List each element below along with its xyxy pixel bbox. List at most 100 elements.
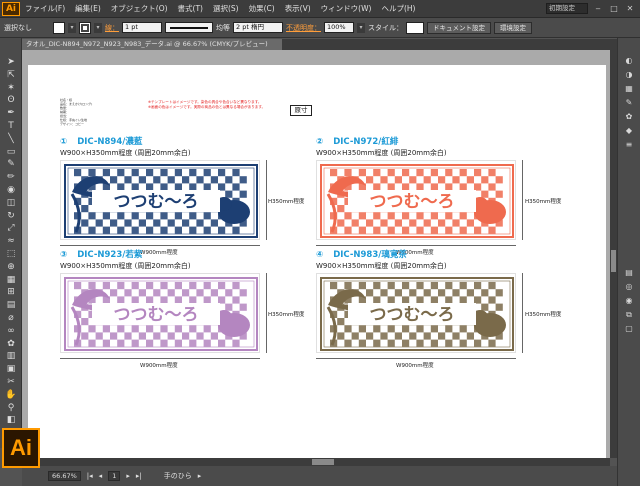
line-tool-icon[interactable]: ╲	[4, 133, 18, 145]
page-nav-last-icon[interactable]: ▸|	[136, 472, 142, 480]
slice-tool-icon[interactable]: ✂	[4, 376, 18, 388]
menu-help[interactable]: ヘルプ(H)	[376, 3, 420, 14]
lasso-tool-icon[interactable]: ʘ	[4, 94, 18, 106]
stroke-label[interactable]: 線：	[105, 23, 119, 33]
menu-edit[interactable]: 編集(E)	[70, 3, 106, 14]
status-menu-icon[interactable]: ▸	[198, 472, 202, 480]
stroke-dropdown-icon[interactable]: ▾	[94, 22, 102, 33]
brushes-panel-icon[interactable]: ✎	[623, 98, 635, 108]
shape-builder-tool-icon[interactable]: ⊕	[4, 261, 18, 273]
page-nav-first-icon[interactable]: |◂	[87, 472, 93, 480]
scroll-thumb[interactable]	[312, 459, 334, 465]
opacity-label[interactable]: 不透明度：	[286, 23, 321, 33]
selection-status: 選択なし	[4, 23, 32, 32]
document-tab[interactable]: タオル_DIC-N894_N972_N923_N983_データ.ai @ 66.…	[22, 39, 282, 50]
stroke-style-label: 均等	[216, 23, 230, 32]
document-setup-button[interactable]: ドキュメント設定	[427, 21, 491, 34]
towel-design-4[interactable]: つつむ〜ろ	[316, 273, 516, 353]
eyedropper-tool-icon[interactable]: ⌀	[4, 312, 18, 324]
perspective-tool-icon[interactable]: ▦	[4, 274, 18, 286]
pencil-tool-icon[interactable]: ✏	[4, 171, 18, 183]
free-transform-tool-icon[interactable]: ⬚	[4, 248, 18, 260]
fill-swatch[interactable]	[53, 21, 65, 34]
menu-object[interactable]: オブジェクト(O)	[106, 3, 173, 14]
maximize-icon[interactable]: □	[608, 4, 620, 14]
gradient-panel-icon[interactable]: ▤	[623, 268, 635, 278]
selection-tool-icon[interactable]: ➤	[4, 56, 18, 68]
rotate-tool-icon[interactable]: ↻	[4, 210, 18, 222]
graphic-styles-panel-icon[interactable]: ◆	[623, 126, 635, 136]
fill-dropdown-icon[interactable]: ▾	[68, 22, 76, 33]
pen-tool-icon[interactable]: ✒	[4, 107, 18, 119]
color-panel-icon[interactable]: ◐	[623, 56, 635, 66]
opacity-field[interactable]: 100%	[324, 22, 354, 33]
symbol-sprayer-tool-icon[interactable]: ✿	[4, 338, 18, 350]
direct-selection-tool-icon[interactable]: ⇱	[4, 69, 18, 81]
zoom-tool-icon[interactable]: ⚲	[4, 402, 18, 414]
stroke-swatch[interactable]	[79, 21, 91, 34]
canvas[interactable]: 社名・様 品名：まえかけ(ロング) 数量： 納期： 担当： 仕様：手ぬぐい生地 …	[22, 50, 610, 458]
mesh-tool-icon[interactable]: ⊞	[4, 286, 18, 298]
item-code: DIC-N972/紅緋	[333, 137, 399, 147]
artboard-tool-icon[interactable]: ▣	[4, 363, 18, 375]
control-bar: 選択なし ▾ ▾ 線： 1 pt 均等 2 pt 楕円 不透明度： 100% ▾…	[0, 18, 640, 38]
rectangle-tool-icon[interactable]: ▭	[4, 146, 18, 158]
vertical-scrollbar[interactable]	[610, 50, 617, 458]
towel-artwork: つつむ〜ろ	[64, 277, 258, 351]
layers-panel-icon[interactable]: ⧉	[623, 310, 635, 320]
gradient-tool-icon[interactable]: ▤	[4, 299, 18, 311]
menu-window[interactable]: ウィンドウ(W)	[316, 3, 377, 14]
eraser-tool-icon[interactable]: ◫	[4, 197, 18, 209]
menu-select[interactable]: 選択(S)	[208, 3, 244, 14]
type-tool-icon[interactable]: T	[4, 120, 18, 132]
paintbrush-tool-icon[interactable]: ✎	[4, 158, 18, 170]
current-tool-label: 手のひら	[163, 472, 192, 480]
artboards-panel-icon[interactable]: ▢	[623, 324, 635, 334]
close-icon[interactable]: ✕	[624, 4, 636, 14]
height-dimension-line	[522, 160, 523, 240]
graph-tool-icon[interactable]: ▥	[4, 350, 18, 362]
item-size: W900×H350mm程度 (周囲20mm余白)	[60, 262, 191, 270]
menu-view[interactable]: 表示(V)	[280, 3, 316, 14]
horizontal-scrollbar[interactable]	[22, 458, 610, 466]
workspace-select[interactable]: 初期設定	[546, 3, 588, 14]
scale-tool-icon[interactable]: ⤢	[4, 222, 18, 234]
stroke-panel-icon[interactable]: ≡	[623, 140, 635, 150]
brush-definition-field[interactable]: 2 pt 楕円	[233, 22, 283, 33]
preferences-button[interactable]: 環境設定	[494, 21, 532, 34]
towel-design-2[interactable]: つつむ〜ろ	[316, 160, 516, 240]
item-number: ④	[316, 250, 324, 260]
width-label: W900mm程度	[140, 363, 178, 369]
hand-tool-icon[interactable]: ✋	[4, 389, 18, 401]
opacity-dropdown-icon[interactable]: ▾	[357, 22, 365, 33]
height-label: H350mm程度	[525, 312, 562, 318]
graphic-style-swatch[interactable]	[406, 21, 424, 34]
towel-design-3[interactable]: つつむ〜ろ	[60, 273, 260, 353]
fill-stroke-swatch-tool-icon[interactable]: ◧	[4, 414, 18, 426]
blob-brush-tool-icon[interactable]: ◉	[4, 184, 18, 196]
height-dimension-line	[266, 273, 267, 353]
scroll-thumb[interactable]	[611, 250, 616, 272]
menu-file[interactable]: ファイル(F)	[20, 3, 70, 14]
magic-wand-tool-icon[interactable]: ✶	[4, 82, 18, 94]
symbols-panel-icon[interactable]: ✿	[623, 112, 635, 122]
blend-tool-icon[interactable]: ∞	[4, 325, 18, 337]
menu-type[interactable]: 書式(T)	[173, 3, 208, 14]
stroke-weight-field[interactable]: 1 pt	[122, 22, 162, 33]
artboard-number-field[interactable]: 1	[108, 471, 121, 481]
variable-width-profile[interactable]	[165, 22, 213, 33]
minimize-icon[interactable]: ‒	[592, 4, 604, 14]
menu-effect[interactable]: 効果(C)	[244, 3, 280, 14]
zoom-field[interactable]: 66.67%	[48, 471, 81, 481]
artboard[interactable]: 社名・様 品名：まえかけ(ロング) 数量： 納期： 担当： 仕様：手ぬぐい生地 …	[28, 65, 606, 458]
appearance-panel-icon[interactable]: ◉	[623, 296, 635, 306]
color-guide-panel-icon[interactable]: ◑	[623, 70, 635, 80]
tools-panel: ➤⇱✶ʘ✒T╲▭✎✏◉◫↻⤢≈⬚⊕▦⊞▤⌀∞✿▥▣✂✋⚲◧◰	[0, 38, 22, 448]
page-nav-prev-icon[interactable]: ◂	[99, 472, 103, 480]
towel-design-1[interactable]: つつむ〜ろ	[60, 160, 260, 240]
page-nav-next-icon[interactable]: ▸	[126, 472, 130, 480]
item-code: DIC-N894/濃藍	[77, 137, 143, 147]
swatches-panel-icon[interactable]: ▦	[623, 84, 635, 94]
transparency-panel-icon[interactable]: ◎	[623, 282, 635, 292]
width-tool-icon[interactable]: ≈	[4, 235, 18, 247]
